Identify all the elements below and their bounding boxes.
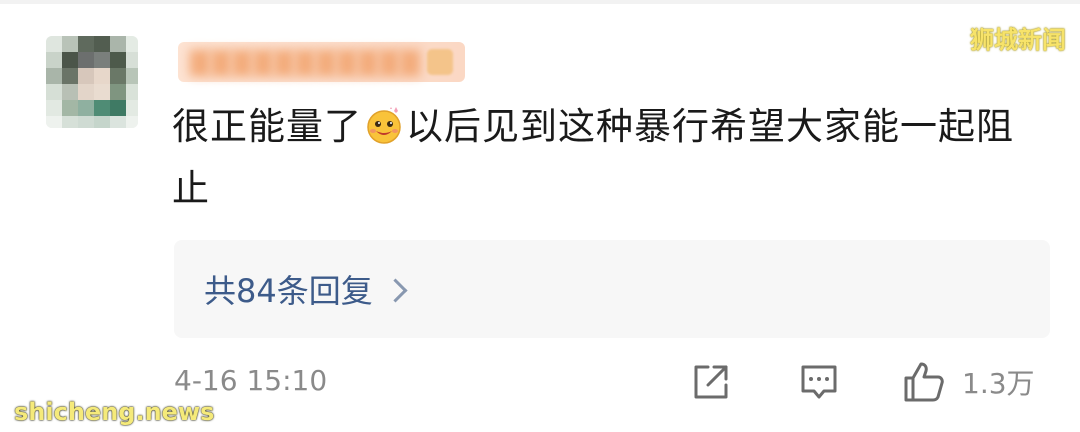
like-count: 1.3万 bbox=[962, 367, 1035, 400]
comment-icon bbox=[801, 365, 837, 399]
comment-text-part1: 很正能量了 bbox=[172, 105, 362, 148]
watermark-top: 狮城新闻 bbox=[970, 26, 1066, 54]
comment-text: 很正能量了 以后见到这种暴行希望大家能一起阻止 bbox=[172, 96, 1032, 220]
replies-box: 共84条回复 bbox=[174, 240, 1050, 338]
avatar[interactable] bbox=[46, 36, 138, 128]
username[interactable]: ▇▇▇▇▇▇▇▇▇▇▇ bbox=[178, 42, 465, 82]
view-replies-link[interactable]: 共84条回复 bbox=[204, 266, 408, 312]
comment-card: ▇▇▇▇▇▇▇▇▇▇▇ 很正能量了 以后见到这种暴行希望大家能一起阻止 共84条… bbox=[0, 0, 1080, 432]
happy-face-emoji-icon bbox=[367, 107, 401, 144]
username-text-blurred: ▇▇▇▇▇▇▇▇▇▇▇ bbox=[190, 47, 421, 77]
replies-label: 共84条回复 bbox=[204, 272, 373, 310]
comment-reply-button[interactable] bbox=[798, 360, 840, 404]
like-button[interactable]: 1.3万 bbox=[902, 360, 1035, 404]
watermark-bottom: shicheng.news bbox=[14, 398, 215, 426]
user-badge-icon bbox=[426, 49, 453, 75]
share-icon bbox=[694, 365, 728, 399]
chevron-right-icon bbox=[383, 277, 408, 303]
thumbs-up-icon bbox=[904, 362, 944, 402]
comment-timestamp: 4-16 15:10 bbox=[174, 364, 328, 397]
top-divider bbox=[0, 0, 1080, 4]
share-button[interactable] bbox=[690, 360, 732, 404]
